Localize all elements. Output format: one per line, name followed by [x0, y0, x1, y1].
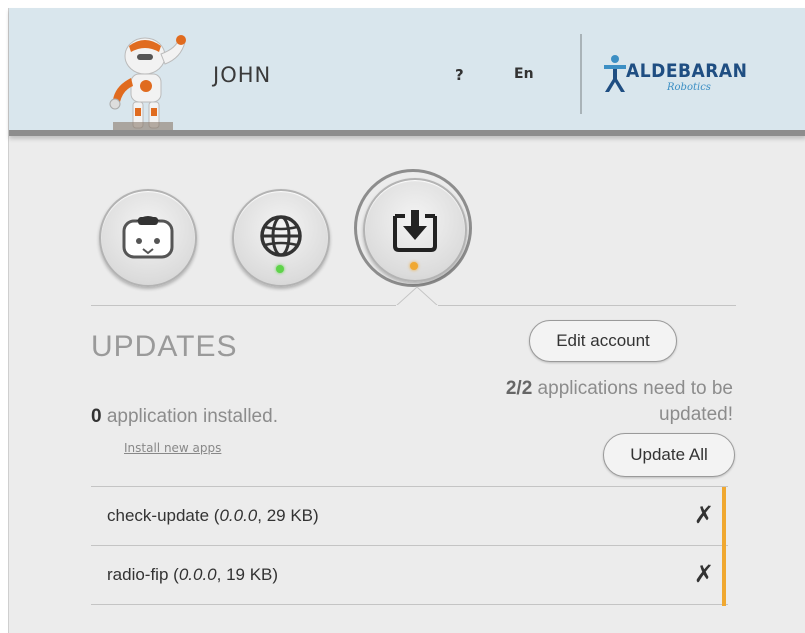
header-divider [580, 34, 582, 114]
username-label: JOHN [213, 63, 272, 87]
app-size: , 29 KB) [257, 506, 319, 525]
edit-account-button[interactable]: Edit account [529, 320, 677, 362]
app-name: radio-fip (0.0.0, 19 KB) [107, 565, 278, 585]
help-button[interactable]: ? [455, 66, 464, 84]
status-pending-indicator [410, 262, 418, 270]
nao-robot-avatar [109, 35, 186, 130]
app-version: 0.0.0 [178, 565, 217, 584]
delete-icon[interactable]: ✗ [694, 560, 714, 589]
update-needed-text: applications need to be [532, 378, 733, 399]
update-all-button[interactable]: Update All [603, 433, 735, 477]
delete-icon[interactable]: ✗ [694, 501, 714, 530]
app-name: check-update (0.0.0, 29 KB) [107, 506, 319, 526]
page-title: UPDATES [91, 330, 238, 363]
status-ok-indicator [276, 265, 284, 273]
installed-text: application installed. [101, 406, 278, 427]
nav-updates-button[interactable] [363, 178, 467, 282]
update-needed-text-2: updated! [659, 404, 733, 425]
installed-count: 0 [91, 406, 102, 427]
logo-subtitle: Robotics [667, 82, 711, 93]
installed-status: 0 application installed. [91, 406, 278, 428]
active-tab-pointer [396, 286, 438, 307]
update-needed-status: 2/2 applications need to be updated! [429, 376, 733, 428]
logo-wordmark: ALDEBARAN [626, 60, 748, 82]
app-version: 0.0.0 [219, 506, 258, 525]
list-item[interactable]: check-update (0.0.0, 29 KB) ✗ [91, 486, 728, 545]
nav-robot-button[interactable] [99, 189, 197, 287]
nav-web-button[interactable] [232, 189, 330, 287]
app-window: JOHN ? En ALDEBARAN Robotics UPDATES Edi… [8, 8, 805, 633]
robot-head-icon [122, 216, 174, 259]
app-name-text: radio-fip ( [107, 565, 179, 584]
app-size: , 19 KB) [216, 565, 279, 584]
app-name-text: check-update ( [107, 506, 220, 525]
update-needed-count: 2/2 [505, 378, 533, 399]
language-selector[interactable]: En [514, 66, 534, 82]
header-bar: JOHN ? En ALDEBARAN Robotics [9, 8, 805, 136]
list-item[interactable]: radio-fip (0.0.0, 19 KB) ✗ [91, 545, 728, 605]
update-list: check-update (0.0.0, 29 KB) ✗ radio-fip … [91, 486, 728, 605]
install-new-apps-link[interactable]: Install new apps [124, 441, 221, 455]
pending-update-marker [722, 487, 726, 606]
